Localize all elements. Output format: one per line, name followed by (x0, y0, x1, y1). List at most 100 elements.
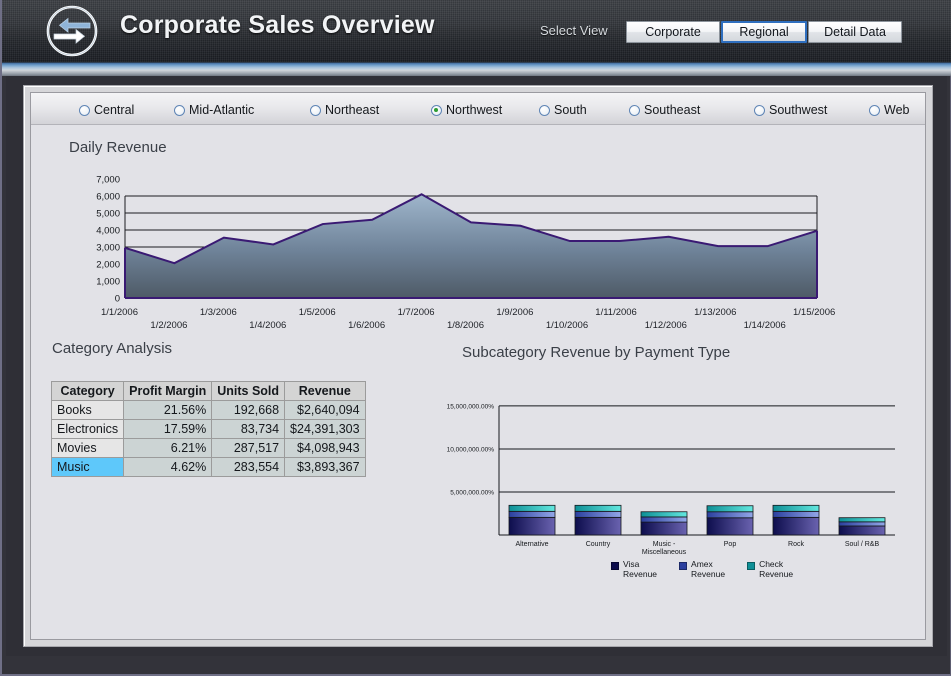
table-cell-units-sold: 287,517 (212, 439, 285, 458)
x-axis-tick-label: 1/2/2006 (150, 320, 187, 331)
x-axis-tick-label: 1/9/2006 (496, 307, 533, 318)
bar-segment (707, 506, 753, 512)
radio-circle-icon (754, 105, 765, 116)
y-axis-tick-label: 5,000 (96, 209, 120, 220)
region-radio-central[interactable]: Central (79, 101, 134, 119)
table-cell-revenue: $4,098,943 (285, 439, 366, 458)
region-radio-label: Southwest (769, 103, 827, 117)
region-radio-label: Southeast (644, 103, 700, 117)
radio-circle-icon (174, 105, 185, 116)
x-axis-tick-label: 1/7/2006 (398, 307, 435, 318)
category-analysis-table: CategoryProfit MarginUnits SoldRevenue B… (51, 381, 366, 477)
bar-segment (773, 505, 819, 511)
table-row[interactable]: Music4.62%283,554$3,893,367 (52, 458, 366, 477)
bar-segment (773, 511, 819, 517)
radio-circle-icon (79, 105, 90, 116)
table-cell-profit-margin: 21.56% (124, 401, 212, 420)
x-axis-tick-label: Pop (724, 541, 737, 548)
legend-swatch-icon (611, 562, 619, 570)
y-axis-tick-label: 10,000,000.00% (447, 446, 495, 453)
bar-segment (575, 517, 621, 535)
table-cell-category[interactable]: Music (52, 458, 124, 477)
daily-revenue-chart: 01,0002,0003,0004,0005,0006,0007,000 (65, 171, 825, 306)
select-view-label: Select View (540, 23, 608, 38)
x-axis-tick-label: 1/4/2006 (249, 320, 286, 331)
table-row[interactable]: Electronics17.59%83,734$24,391,303 (52, 420, 366, 439)
region-radio-northwest[interactable]: Northwest (431, 101, 502, 119)
x-axis-tick-label: 1/13/2006 (694, 307, 736, 318)
x-axis-tick-label: 1/5/2006 (299, 307, 336, 318)
y-axis-tick-label: 2,000 (96, 260, 120, 271)
subcategory-chart-legend: VisaRevenue AmexRevenue CheckRevenue (611, 559, 793, 579)
region-radio-southeast[interactable]: Southeast (629, 101, 700, 119)
table-row[interactable]: Movies6.21%287,517$4,098,943 (52, 439, 366, 458)
table-column-header: Units Sold (212, 382, 285, 401)
table-cell-category[interactable]: Movies (52, 439, 124, 458)
x-axis-tick-label: 1/14/2006 (744, 320, 786, 331)
bar-segment (707, 518, 753, 535)
header-accent-bar (2, 62, 951, 70)
region-radio-southwest[interactable]: Southwest (754, 101, 827, 119)
subcategory-revenue-title: Subcategory Revenue by Payment Type (462, 344, 730, 361)
legend-item: VisaRevenue (611, 559, 657, 579)
bar-segment (839, 526, 885, 535)
x-axis-tick-label: Miscellaneous (642, 549, 687, 556)
daily-revenue-title: Daily Revenue (69, 139, 167, 156)
legend-item: AmexRevenue (679, 559, 725, 579)
y-axis-tick-label: 6,000 (96, 192, 120, 203)
report-panel: Central Mid-Atlantic Northeast Northwest Sou… (30, 92, 926, 640)
subcategory-revenue-chart: 5,000,000.00% 10,000,000.00% 15,000,000.00… (431, 387, 901, 587)
y-axis-tick-label: 5,000,000.00% (450, 489, 494, 496)
x-axis-tick-label: Rock (788, 541, 804, 548)
table-header-row: CategoryProfit MarginUnits SoldRevenue (52, 382, 366, 401)
page-title: Corporate Sales Overview (120, 11, 435, 40)
category-analysis-title: Category Analysis (52, 340, 172, 357)
radio-circle-icon (431, 105, 442, 116)
bar-segment (575, 505, 621, 511)
daily-revenue-x-axis-labels: 1/1/20061/2/20061/3/20061/4/20061/5/2006… (65, 306, 825, 336)
y-axis-tick-label: 15,000,000.00% (447, 403, 495, 410)
y-axis-tick-label: 3,000 (96, 243, 120, 254)
radio-circle-icon (869, 105, 880, 116)
view-button-corporate[interactable]: Corporate (626, 21, 720, 43)
table-cell-revenue: $2,640,094 (285, 401, 366, 420)
bar-segment (509, 517, 555, 535)
x-axis-tick-label: 1/10/2006 (546, 320, 588, 331)
view-button-regional[interactable]: Regional (721, 21, 807, 43)
region-radio-label: Web (884, 103, 909, 117)
table-cell-profit-margin: 17.59% (124, 420, 212, 439)
region-radio-northeast[interactable]: Northeast (310, 101, 379, 119)
table-cell-profit-margin: 6.21% (124, 439, 212, 458)
region-radio-label: Central (94, 103, 134, 117)
table-cell-category[interactable]: Electronics (52, 420, 124, 439)
radio-circle-icon (539, 105, 550, 116)
table-cell-units-sold: 83,734 (212, 420, 285, 439)
legend-swatch-icon (747, 562, 755, 570)
bar-segment (641, 522, 687, 535)
legend-label: AmexRevenue (691, 559, 725, 579)
exchange-arrows-circle-icon (38, 4, 106, 58)
legend-swatch-icon (679, 562, 687, 570)
x-axis-tick-label: 1/1/2006 (101, 307, 138, 318)
bar-segment (839, 518, 885, 522)
table-cell-revenue: $24,391,303 (285, 420, 366, 439)
table-column-header: Profit Margin (124, 382, 212, 401)
x-axis-tick-label: 1/8/2006 (447, 320, 484, 331)
region-radio-south[interactable]: South (539, 101, 587, 119)
app-header: Corporate Sales Overview Select View Cor… (2, 0, 951, 62)
legend-item: CheckRevenue (747, 559, 793, 579)
region-radio-web[interactable]: Web (869, 101, 909, 119)
x-axis-tick-label: 1/15/2006 (793, 307, 835, 318)
region-radio-mid-atlantic[interactable]: Mid-Atlantic (174, 101, 254, 119)
table-row[interactable]: Books21.56%192,668$2,640,094 (52, 401, 366, 420)
view-button-detail-data[interactable]: Detail Data (808, 21, 902, 43)
region-radio-label: South (554, 103, 587, 117)
region-radio-label: Mid-Atlantic (189, 103, 254, 117)
bar-segment (575, 511, 621, 517)
legend-label: CheckRevenue (759, 559, 793, 579)
table-column-header: Revenue (285, 382, 366, 401)
table-cell-category[interactable]: Books (52, 401, 124, 420)
table-cell-revenue: $3,893,367 (285, 458, 366, 477)
x-axis-tick-label: Soul / R&B (845, 541, 880, 548)
x-axis-tick-label: 1/12/2006 (645, 320, 687, 331)
